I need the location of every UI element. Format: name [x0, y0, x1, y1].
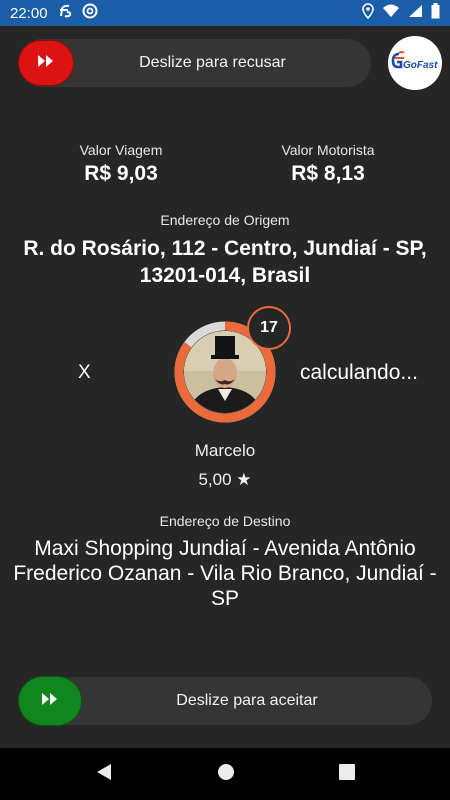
status-bar: 22:00 — [0, 0, 450, 26]
origin-address: R. do Rosário, 112 - Centro, Jundiaí - S… — [23, 237, 427, 287]
trip-value-column: Valor Viagem R$ 9,03 — [21, 142, 221, 186]
recents-icon[interactable] — [339, 763, 355, 785]
fast-forward-icon — [37, 54, 55, 72]
gofast-notification-icon — [58, 3, 74, 24]
accept-slider[interactable]: Deslize para aceitar — [18, 676, 432, 726]
driver-value-label: Valor Motorista — [281, 142, 375, 158]
origin-label: Endereço de Origem — [160, 212, 290, 228]
wifi-icon — [382, 4, 400, 23]
navigation-bar — [0, 748, 450, 800]
gofast-logo: GoFast — [388, 36, 442, 90]
svg-text:GoFast: GoFast — [403, 60, 438, 71]
status-time: 22:00 — [10, 4, 48, 22]
accept-slider-label: Deslize para aceitar — [176, 692, 318, 709]
countdown-badge: 17 — [247, 306, 291, 350]
destination-label: Endereço de Destino — [159, 513, 291, 529]
accept-slider-handle[interactable] — [18, 676, 82, 726]
back-icon[interactable] — [95, 763, 113, 786]
trip-value-label: Valor Viagem — [79, 142, 163, 158]
passenger-name: Marcelo — [194, 441, 256, 460]
battery-icon — [431, 2, 440, 24]
passenger-rating: 5,00 ★ — [198, 470, 252, 489]
distance-status: calculando... — [300, 361, 418, 384]
distance-x-label: X — [78, 362, 91, 383]
trip-value: R$ 9,03 — [84, 162, 158, 185]
trip-values: Valor Viagem R$ 9,03 Valor Motorista R$ … — [0, 142, 450, 194]
location-icon — [362, 2, 374, 24]
driver-value: R$ 8,13 — [291, 162, 365, 185]
driver-value-column: Valor Motorista R$ 8,13 — [228, 142, 428, 186]
home-icon[interactable] — [217, 763, 235, 786]
at-sign-icon — [82, 3, 98, 24]
fast-forward-icon — [41, 692, 59, 710]
signal-icon — [408, 4, 423, 23]
destination-address: Maxi Shopping Jundiaí - Avenida Antônio … — [13, 537, 437, 610]
reject-slider-label: Deslize para recusar — [139, 54, 286, 71]
reject-slider-handle[interactable] — [18, 40, 74, 86]
reject-slider[interactable]: Deslize para recusar — [18, 39, 371, 87]
